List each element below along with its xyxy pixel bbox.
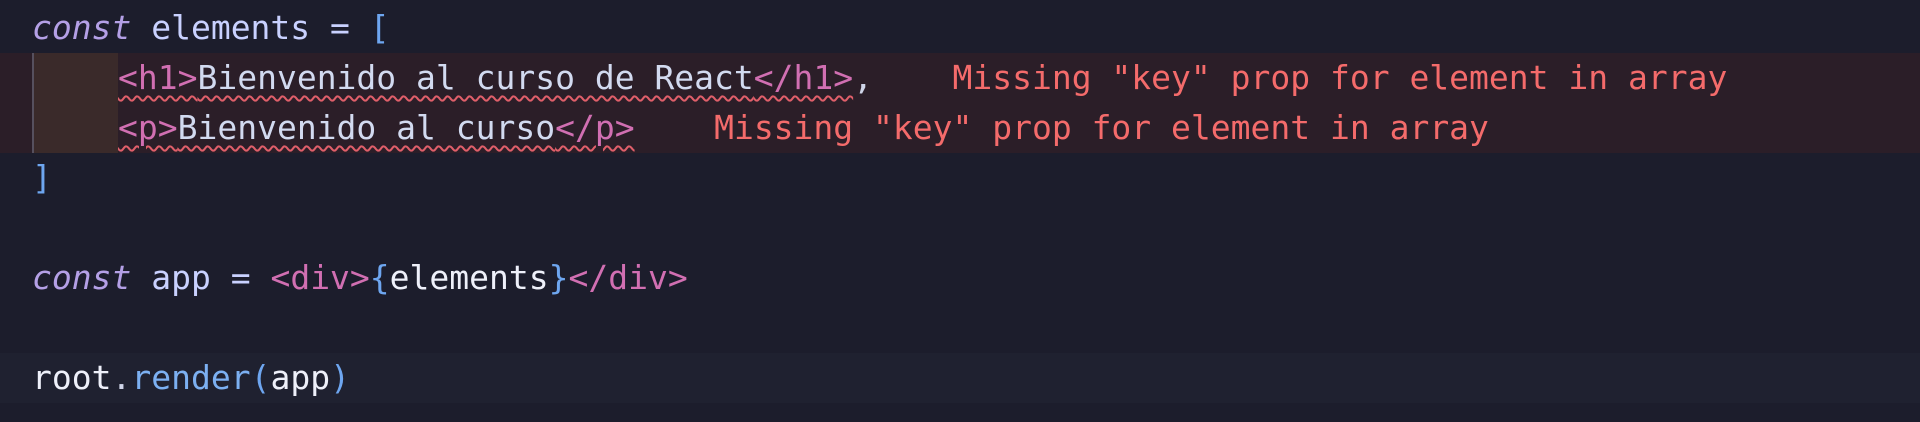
bracket: ] <box>32 158 52 197</box>
code-line-content: root.render(app) <box>32 353 350 403</box>
jsx-text: Bienvenido al curso de React <box>197 58 754 97</box>
indent-guide <box>32 103 118 153</box>
code-line-current[interactable]: root.render(app) <box>0 353 1920 403</box>
brace: { <box>369 258 390 297</box>
code-line-error[interactable]: <p>Bienvenido al curso</p> Missing "key"… <box>0 103 1920 153</box>
expression: elements <box>389 258 549 297</box>
code-editor[interactable]: const elements = [ <h1>Bienvenido al cur… <box>0 0 1920 422</box>
keyword: const <box>32 8 132 47</box>
operator: = <box>230 258 251 297</box>
code-line[interactable]: ] <box>0 153 1920 203</box>
object-name: root <box>32 358 112 397</box>
comma: , <box>853 58 873 97</box>
jsx-tag-close: </h1> <box>753 58 854 97</box>
jsx-element-with-error[interactable]: <p>Bienvenido al curso</p> <box>118 108 635 147</box>
code-line-empty[interactable] <box>0 203 1920 253</box>
jsx-text: Bienvenido al curso <box>177 108 556 147</box>
dot: . <box>111 358 132 397</box>
jsx-tag-close: </p> <box>555 108 635 147</box>
jsx-tag-open: <div> <box>270 258 370 297</box>
indent-guide <box>32 53 118 103</box>
bracket: [ <box>369 8 390 47</box>
code-line-content: const app = <div>{elements}</div> <box>32 253 688 303</box>
code-line-error[interactable]: <h1>Bienvenido al curso de React</h1>, M… <box>0 53 1920 103</box>
jsx-tag-open: <h1> <box>118 58 198 97</box>
variable-name: app <box>151 258 211 297</box>
keyword: const <box>32 258 132 297</box>
code-line-empty[interactable] <box>0 303 1920 353</box>
code-line-content: <h1>Bienvenido al curso de React</h1>, M… <box>118 53 1727 103</box>
code-line-content: ] <box>32 153 52 203</box>
paren: ( <box>250 358 271 397</box>
paren: ) <box>330 358 350 397</box>
code-line[interactable]: const app = <div>{elements}</div> <box>0 253 1920 303</box>
variable-name: elements <box>151 8 311 47</box>
error-lens-message: Missing "key" prop for element in array <box>714 108 1489 147</box>
code-line-content: const elements = [ <box>32 3 390 53</box>
method-name: render <box>131 358 251 397</box>
code-line[interactable]: const elements = [ <box>0 3 1920 53</box>
operator: = <box>330 8 350 47</box>
argument: app <box>270 358 331 397</box>
jsx-element-with-error[interactable]: <h1>Bienvenido al curso de React</h1> <box>118 58 853 97</box>
code-line-content: <p>Bienvenido al curso</p> Missing "key"… <box>118 103 1489 153</box>
jsx-tag-close: </div> <box>568 258 688 297</box>
brace: } <box>548 258 569 297</box>
error-lens-message: Missing "key" prop for element in array <box>952 58 1728 97</box>
jsx-tag-open: <p> <box>118 108 178 147</box>
